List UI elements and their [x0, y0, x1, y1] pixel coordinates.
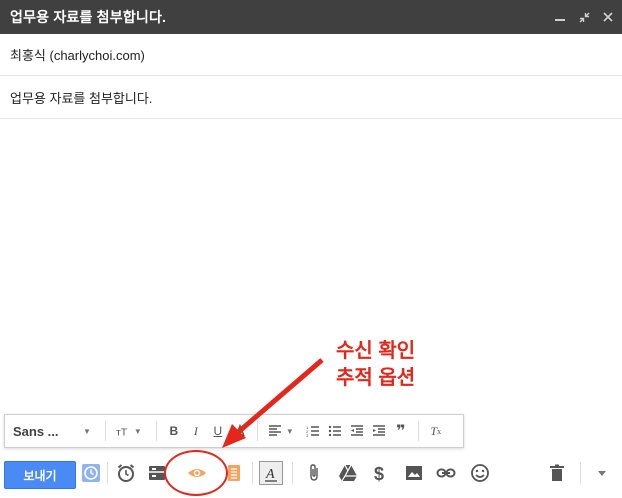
- underline-icon[interactable]: U: [207, 420, 229, 442]
- bulleted-list-icon[interactable]: [324, 420, 346, 442]
- indent-less-icon[interactable]: [346, 420, 368, 442]
- minimize-icon[interactable]: [554, 13, 566, 21]
- formatting-toggle-icon[interactable]: A: [259, 461, 283, 485]
- trash-icon[interactable]: [545, 461, 569, 485]
- window-title: 업무용 자료를 첨부합니다.: [10, 9, 167, 25]
- annotation-callout: 수신 확인 추적 옵션: [336, 338, 446, 392]
- divider: [417, 421, 419, 441]
- divider: [155, 421, 157, 441]
- align-icon[interactable]: [264, 420, 286, 442]
- quote-icon[interactable]: ❞: [390, 420, 412, 442]
- highlight-circle: [164, 450, 228, 496]
- send-button[interactable]: 보내기: [4, 461, 76, 489]
- svg-text:A: A: [265, 467, 275, 482]
- svg-text:тT: тT: [116, 426, 128, 438]
- font-dropdown-icon[interactable]: ▼: [83, 427, 91, 436]
- link-icon[interactable]: [434, 461, 458, 485]
- photo-icon[interactable]: [402, 461, 426, 485]
- attach-icon[interactable]: [303, 461, 327, 485]
- bold-icon[interactable]: B: [163, 420, 185, 442]
- remove-formatting-icon[interactable]: Tx: [425, 420, 447, 442]
- divider: [580, 462, 581, 484]
- divider: [107, 462, 108, 484]
- money-icon[interactable]: $: [368, 461, 392, 485]
- message-body[interactable]: [0, 120, 622, 410]
- subject-field[interactable]: 업무용 자료를 첨부합니다.: [0, 77, 622, 119]
- divider: [292, 462, 293, 484]
- drive-icon[interactable]: [336, 461, 360, 485]
- indent-more-icon[interactable]: [368, 420, 390, 442]
- font-select[interactable]: Sans ...: [13, 424, 83, 439]
- italic-icon[interactable]: I: [185, 420, 207, 442]
- text-size-dropdown-icon[interactable]: ▼: [134, 427, 142, 436]
- annotation-line-2: 추적 옵션: [336, 367, 416, 389]
- text-color-icon[interactable]: [229, 420, 251, 442]
- svg-text:3: 3: [306, 433, 309, 438]
- divider: [252, 462, 253, 484]
- formatting-toolbar: Sans ... ▼ тT ▼ B I U ▼ 123 ❞ Tx: [4, 414, 464, 448]
- close-icon[interactable]: [602, 12, 614, 22]
- recipient-field[interactable]: 최홍식 (charlychoi.com): [0, 34, 622, 76]
- align-dropdown-icon[interactable]: ▼: [286, 427, 294, 436]
- recipient-value: 최홍식 (charlychoi.com): [10, 48, 145, 63]
- window-controls: [554, 0, 614, 34]
- subject-value: 업무용 자료를 첨부합니다.: [10, 91, 153, 106]
- schedule-icon[interactable]: [79, 461, 103, 485]
- expand-icon[interactable]: [578, 12, 590, 23]
- annotation-line-1: 수신 확인: [336, 340, 416, 362]
- text-size-icon[interactable]: тT: [112, 420, 134, 442]
- compose-titlebar: 업무용 자료를 첨부합니다.: [0, 0, 622, 34]
- divider: [104, 421, 106, 441]
- snooze-clock-icon[interactable]: [114, 461, 138, 485]
- divider: [256, 421, 258, 441]
- more-options-icon[interactable]: [590, 461, 614, 485]
- emoji-icon[interactable]: [468, 461, 492, 485]
- numbered-list-icon[interactable]: 123: [302, 420, 324, 442]
- svg-text:$: $: [374, 464, 384, 483]
